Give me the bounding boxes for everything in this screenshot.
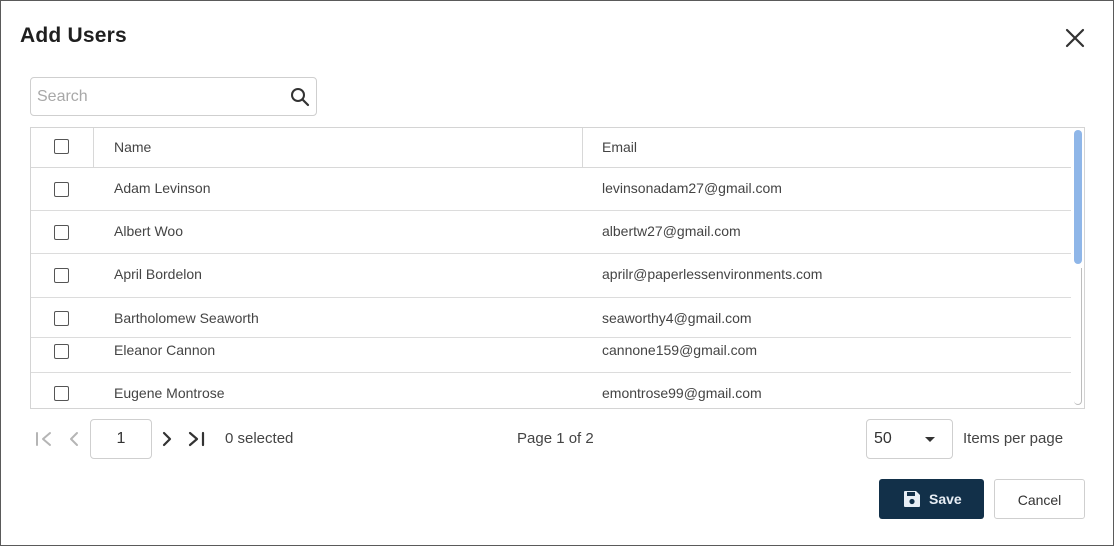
table-row[interactable]: Eugene Montrose emontrose99@gmail.com — [31, 373, 1071, 408]
table-row[interactable]: Eleanor Cannon cannone159@gmail.com — [31, 338, 1071, 373]
last-page-button[interactable] — [187, 419, 205, 459]
table-row[interactable]: Adam Levinson levinsonadam27@gmail.com — [31, 168, 1071, 211]
first-page-icon — [36, 432, 51, 446]
user-email: aprilr@paperlessenvironments.com — [602, 266, 823, 282]
row-checkbox[interactable] — [54, 225, 69, 240]
user-name: Albert Woo — [114, 223, 183, 239]
next-page-button[interactable] — [158, 419, 176, 459]
user-name: Eugene Montrose — [114, 385, 225, 401]
items-per-page-label: Items per page — [963, 430, 1064, 447]
user-name: Adam Levinson — [114, 180, 211, 196]
user-email: levinsonadam27@gmail.com — [602, 180, 782, 196]
column-header-email[interactable]: Email — [602, 128, 637, 168]
table-scrollbar[interactable] — [1072, 128, 1084, 408]
cancel-label: Cancel — [1017, 492, 1062, 508]
column-divider — [93, 128, 94, 168]
user-email: cannone159@gmail.com — [602, 342, 758, 358]
user-name: April Bordelon — [114, 266, 202, 282]
save-label: Save — [929, 491, 962, 507]
user-email: emontrose99@gmail.com — [602, 385, 762, 401]
table-row[interactable]: April Bordelon aprilr@paperlessenvironme… — [31, 254, 1071, 298]
search-input[interactable] — [37, 78, 282, 115]
users-table: Name Email Adam Levinson levinsonadam27@… — [30, 127, 1085, 409]
page-number-input[interactable]: 1 — [90, 419, 152, 459]
scroll-track[interactable] — [1074, 268, 1082, 405]
search-icon[interactable] — [290, 87, 310, 107]
chevron-right-icon — [162, 431, 172, 447]
user-name: Bartholomew Seaworth — [114, 310, 259, 326]
table-header: Name Email — [31, 128, 1071, 168]
user-email: seaworthy4@gmail.com — [602, 310, 752, 326]
row-checkbox[interactable] — [54, 344, 69, 359]
select-all-checkbox[interactable] — [54, 139, 69, 154]
table-row[interactable]: Bartholomew Seaworth seaworthy4@gmail.co… — [31, 298, 1071, 338]
items-per-page-select[interactable]: 50 — [866, 419, 953, 459]
dialog-title: Add Users — [20, 24, 127, 47]
last-page-icon — [188, 431, 205, 447]
user-name: Eleanor Cannon — [114, 342, 216, 358]
user-email: albertw27@gmail.com — [602, 223, 741, 239]
caret-down-icon — [925, 437, 935, 442]
page-indicator: Page 1 of 2 — [517, 430, 594, 447]
row-checkbox[interactable] — [54, 182, 69, 197]
scroll-thumb[interactable] — [1074, 130, 1082, 264]
first-page-button[interactable] — [35, 419, 53, 459]
close-icon — [1065, 28, 1085, 48]
table-row[interactable]: Albert Woo albertw27@gmail.com — [31, 211, 1071, 254]
floppy-disk-icon — [904, 491, 920, 507]
selected-count: 0 selected — [225, 430, 294, 447]
cancel-button[interactable]: Cancel — [994, 479, 1085, 519]
row-checkbox[interactable] — [54, 311, 69, 326]
save-button[interactable]: Save — [879, 479, 984, 519]
column-divider — [582, 128, 583, 168]
close-button[interactable] — [1060, 23, 1090, 53]
previous-page-button[interactable] — [65, 419, 83, 459]
items-per-page-value: 50 — [874, 430, 892, 447]
add-users-dialog: Add Users Name Email Adam Levinson levin… — [0, 0, 1114, 546]
chevron-left-icon — [70, 432, 78, 446]
row-checkbox[interactable] — [54, 386, 69, 401]
row-checkbox[interactable] — [54, 268, 69, 283]
search-box — [30, 77, 317, 116]
column-header-name[interactable]: Name — [114, 128, 151, 168]
